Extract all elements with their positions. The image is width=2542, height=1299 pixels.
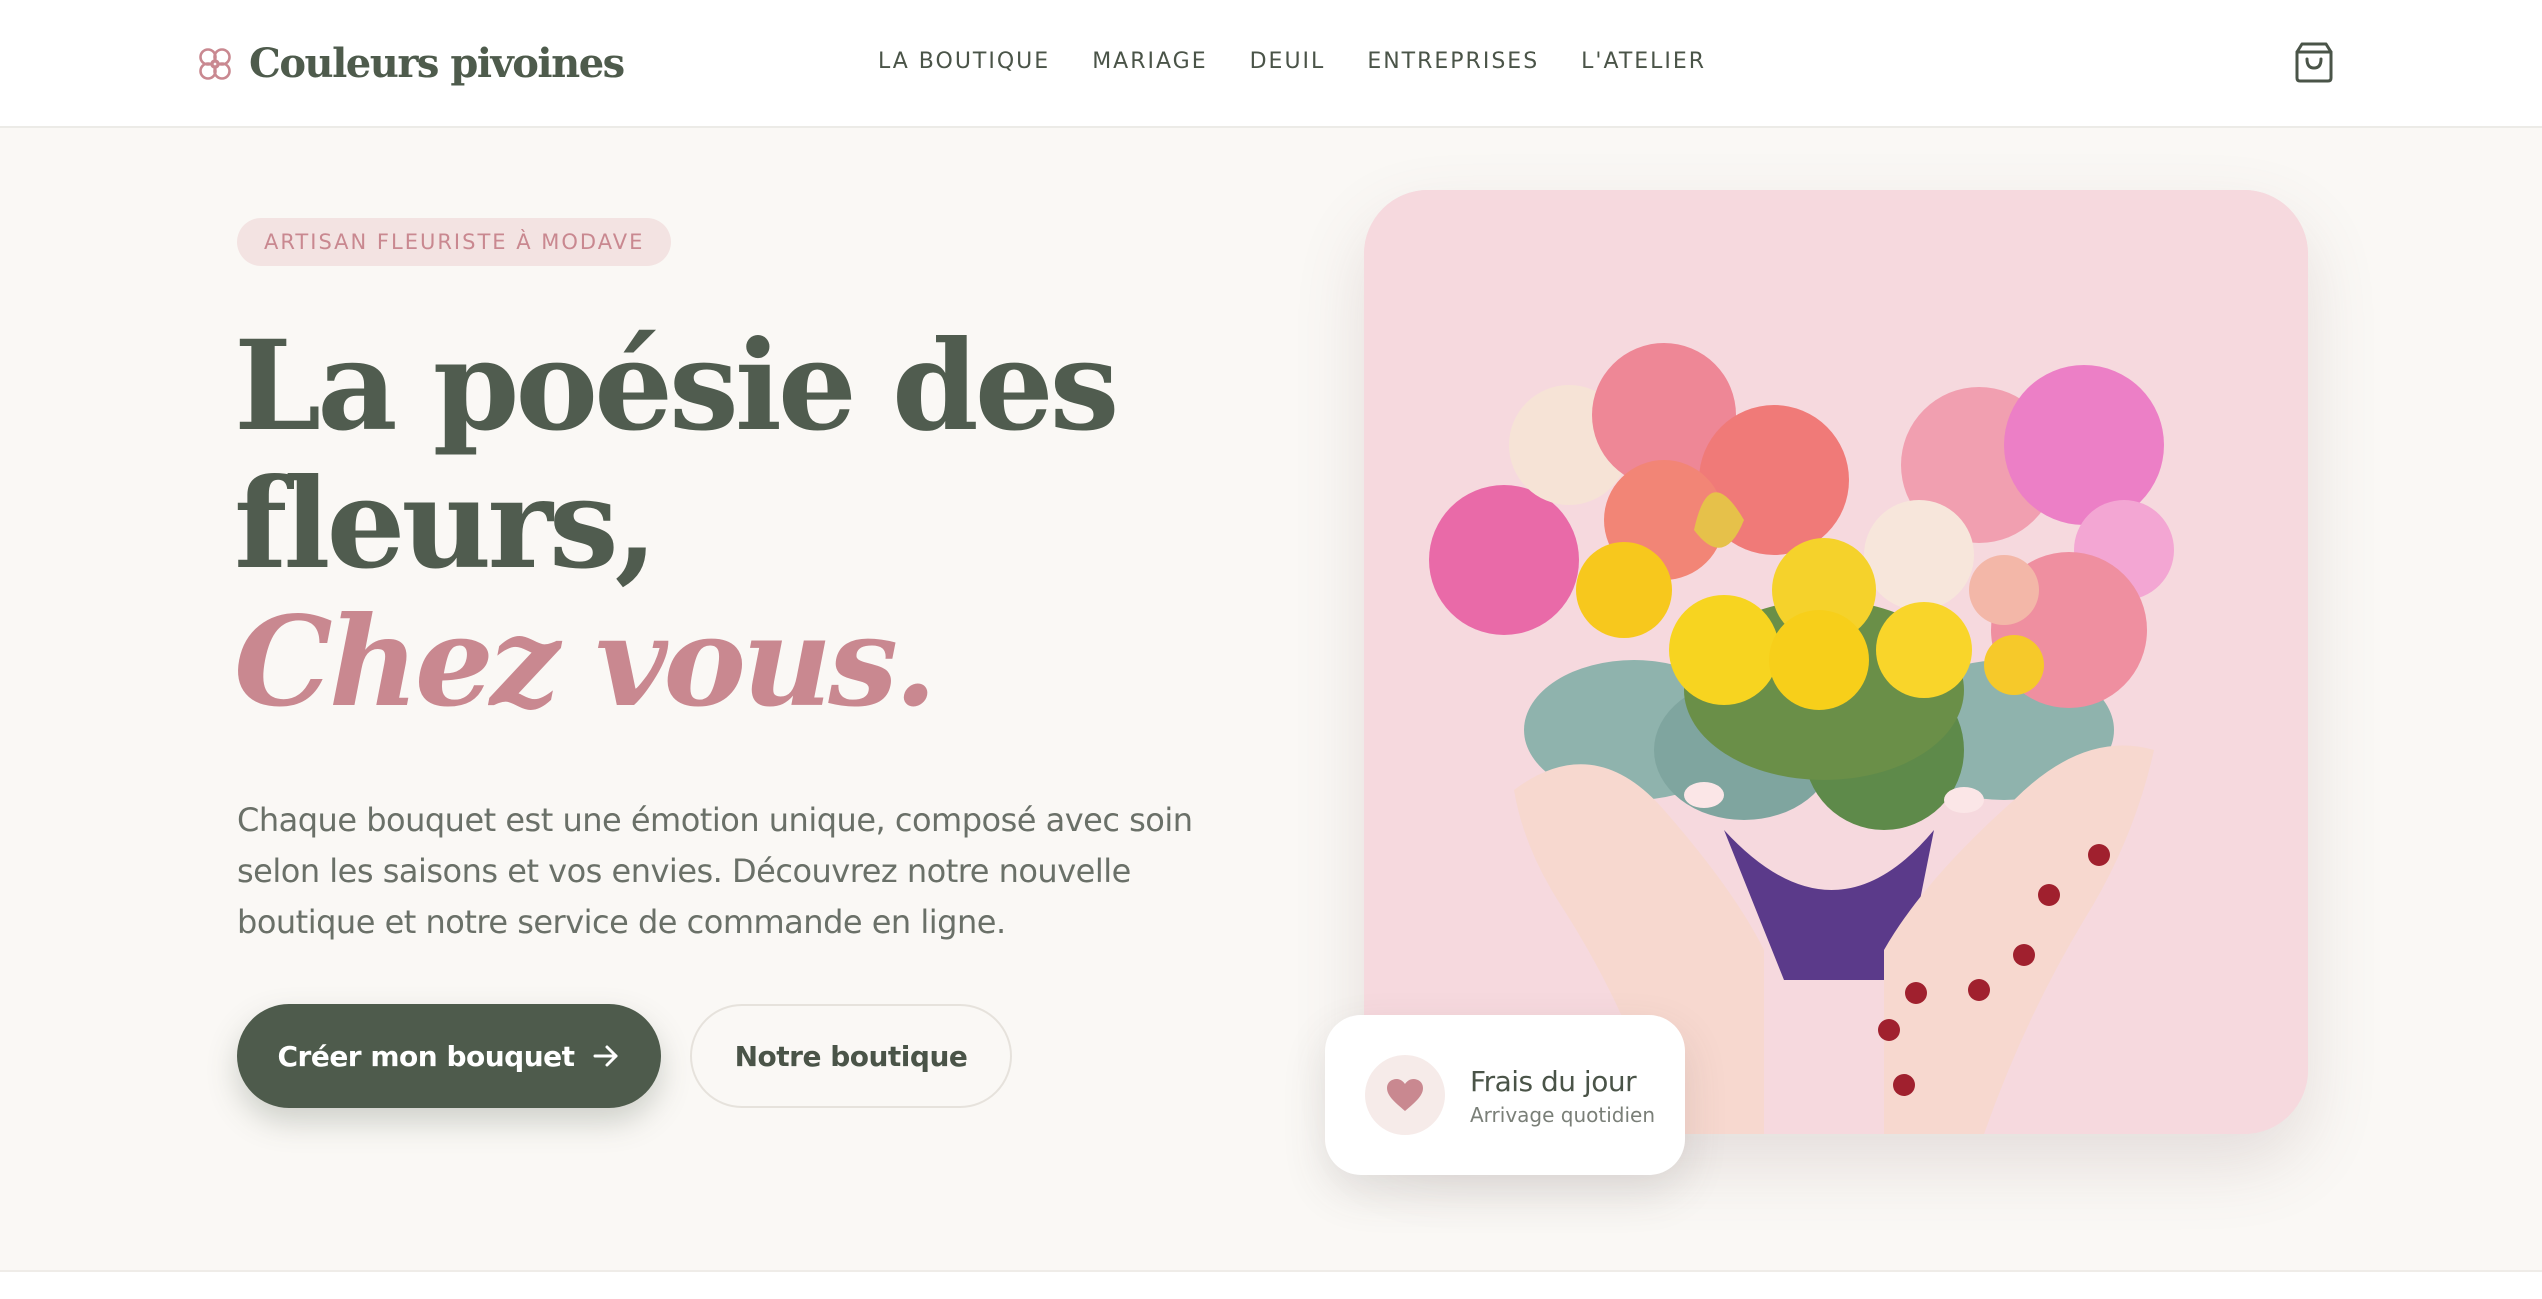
hero-headline: La poésie des fleurs, Chez vous. [234, 314, 1119, 735]
headline-accent: Chez vous. [234, 590, 937, 735]
our-shop-button[interactable]: Notre boutique [690, 1004, 1012, 1108]
heart-icon-wrapper [1365, 1055, 1445, 1135]
nav-item-atelier[interactable]: L'ATELIER [1581, 49, 1706, 74]
flower-icon [199, 47, 231, 80]
arrow-right-icon [593, 1045, 618, 1067]
nav-item-entreprises[interactable]: ENTREPRISES [1367, 49, 1539, 74]
brand-logo[interactable]: Couleurs pivoines [195, 40, 625, 87]
headline-line-2: fleurs, [234, 452, 658, 597]
hero-description: Chaque bouquet est une émotion unique, c… [237, 801, 1193, 941]
fresh-card-subtitle: Arrivage quotidien [1470, 1103, 1656, 1127]
hero-image [1364, 190, 2308, 1134]
create-bouquet-label: Créer mon bouquet [277, 1039, 575, 1073]
fresh-daily-card: Frais du jour Arrivage quotidien [1325, 1015, 1685, 1175]
hero-badge: ARTISAN FLEURISTE À MODAVE [237, 218, 672, 266]
nav-item-boutique[interactable]: LA BOUTIQUE [878, 49, 1050, 74]
headline-line-1: La poésie des [234, 314, 1119, 459]
heart-icon [1387, 1079, 1423, 1111]
main-nav: LA BOUTIQUE MARIAGE DEUIL ENTREPRISES L'… [878, 49, 1706, 74]
create-bouquet-button[interactable]: Créer mon bouquet [237, 1004, 661, 1108]
shopping-bag-icon[interactable] [2294, 40, 2334, 84]
next-section-edge [0, 1272, 2542, 1299]
brand-name: Couleurs pivoines [249, 40, 625, 87]
fresh-card-title: Frais du jour [1470, 1065, 1637, 1098]
nav-item-deuil[interactable]: DEUIL [1250, 49, 1326, 74]
site-header: Couleurs pivoines LA BOUTIQUE MARIAGE DE… [0, 0, 2542, 128]
nav-item-mariage[interactable]: MARIAGE [1092, 49, 1207, 74]
heart-bouquet-illustration [1364, 190, 2308, 1134]
